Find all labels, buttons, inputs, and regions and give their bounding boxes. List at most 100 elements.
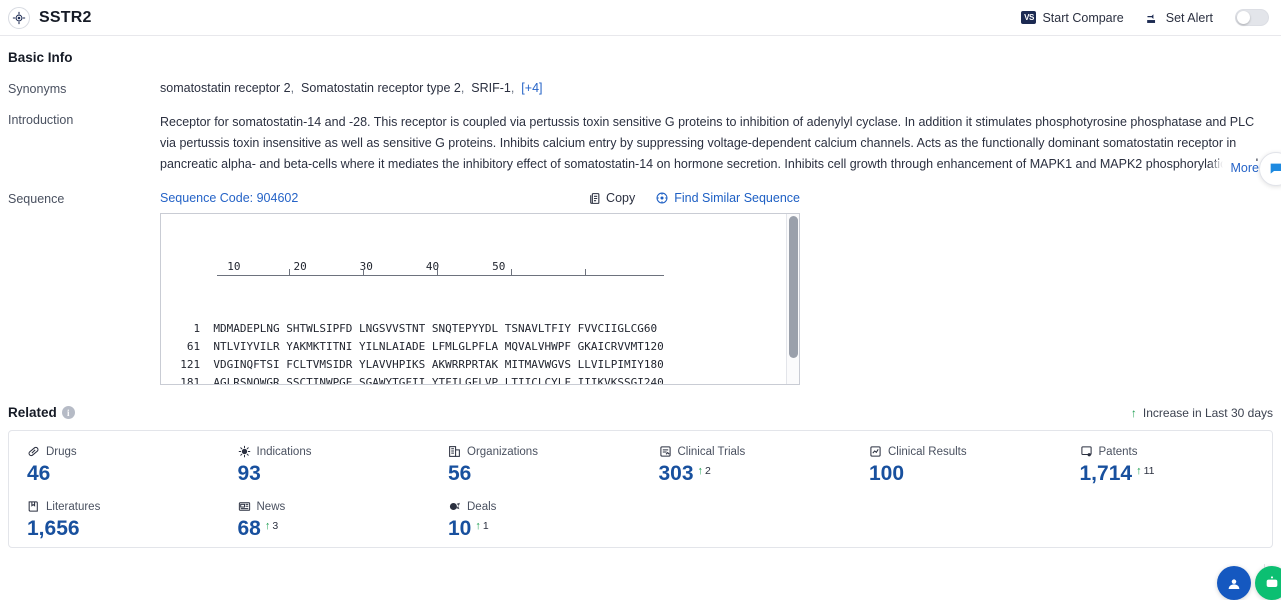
stat-delta-value: 1 [482,520,489,532]
stat-label-row: Clinical Trials [659,445,852,458]
stat-card-literatures[interactable]: Literatures 1,656 [9,500,220,541]
sequence-code-link[interactable]: Sequence Code: 904602 [160,191,298,205]
stat-delta-value: 3 [272,520,279,532]
introduction-label: Introduction [8,113,74,127]
synonyms-more-link[interactable]: [+4] [521,81,542,95]
assistant-float-button[interactable] [1255,566,1281,600]
versus-icon: VS [1021,11,1037,24]
stat-card-news[interactable]: News 68 ↑ 3 [220,500,431,541]
stat-card-indications[interactable]: Indications 93 [220,445,431,486]
basic-info-title: Basic Info [8,50,73,65]
related-title: Related [8,405,57,420]
sequence-ruler-numbers: 10 20 30 40 50 [161,260,506,273]
alert-toggle[interactable] [1235,9,1269,26]
start-compare-button[interactable]: VS Start Compare [1021,10,1124,25]
sequence-line: 1 MDMADEPLNG SHTWLSIPFD LNGSVVSTNT SNQTE… [167,322,658,335]
arrow-up-icon: ↑ [697,464,704,477]
stat-delta-value: 11 [1143,465,1155,477]
stat-value: 56 [448,462,472,485]
sequence-line: 181 AGLRSNQWGR SSCTINWPGE SGAWYTGFII YTF… [167,376,664,385]
find-similar-sequence-button[interactable]: Find Similar Sequence [655,191,800,205]
stat-card-patents[interactable]: Patents 1,714 ↑ 11 [1062,445,1273,486]
synonym-1: Somatostatin receptor type 2 [301,81,461,95]
stat-card-clinical-trials[interactable]: Clinical Trials 303 ↑ 2 [641,445,852,486]
sequence-line: 121 VDGINQFTSI FCLTVMSIDR YLAVVHPIKS AKW… [167,358,664,371]
toggle-knob [1237,11,1250,24]
building-icon [448,445,461,458]
sequence-ruler-line [217,275,664,276]
stat-label-text: Clinical Trials [677,445,746,458]
related-stats-card: Drugs 46 Indications 93 Organizations 56 Clini… [8,430,1273,548]
introduction-body: Receptor for somatostatin-14 and -28. Th… [160,112,1273,175]
start-compare-label: Start Compare [1042,10,1124,25]
sequence-viewer[interactable]: 10 20 30 40 50 1 MDMADEPLNG SHTWLSIPFD L… [160,213,800,385]
chart-doc-icon [869,445,882,458]
sequence-tools: Copy Find Similar Sequence [588,191,800,205]
ruler-tick-50 [585,269,586,275]
page-title: SSTR2 [39,8,92,26]
stat-value-row: 46 [27,462,220,486]
stat-label-text: News [256,500,286,513]
info-icon[interactable]: i [61,406,75,419]
related-legend: ↑ Increase in Last 30 days [1131,406,1273,420]
sequence-line: 61 NTLVIYVILR YAKMKTITNI YILNLAIADE LFML… [167,340,664,353]
related-title-wrap: Related i [8,405,75,420]
ruler-tick-10 [289,269,290,275]
chat-float-button[interactable] [1217,566,1251,600]
stat-value-row: 10 ↑ 1 [448,517,641,541]
synonym-2: SRIF-1 [471,81,511,95]
stat-label-text: Indications [256,445,312,458]
stat-card-drugs[interactable]: Drugs 46 [9,445,220,486]
copy-button[interactable]: Copy [588,191,635,205]
stat-delta: ↑ 3 [265,520,278,532]
synonyms-label: Synonyms [8,82,67,96]
newspaper-icon [238,500,251,513]
stat-value: 303 [658,462,694,485]
stat-label-text: Organizations [467,445,538,458]
stat-value: 46 [27,462,51,485]
stat-card-clinical-results[interactable]: Clinical Results 100 [851,445,1062,486]
book-icon [27,500,40,513]
stat-card-deals[interactable]: Deals 10 ↑ 1 [430,500,641,541]
sequence-label: Sequence [8,192,65,206]
target-icon [8,6,30,29]
stat-value: 10 [448,517,472,540]
stat-delta: ↑ 2 [698,465,711,477]
stat-label-text: Patents [1098,445,1138,458]
top-bar: SSTR2 VS Start Compare Set Alert [0,0,1281,36]
stat-label-row: Drugs [27,445,220,458]
bell-alert-icon [1146,11,1160,25]
arrow-up-icon: ↑ [475,519,481,532]
stat-label-row: Indications [238,445,431,458]
stat-value: 93 [237,462,261,485]
clipboard-icon [659,445,672,458]
introduction-row: Introduction Receptor for somatostatin-1… [8,112,1273,175]
stat-value-row: 100 [869,462,1062,486]
sequence-scrollbar-thumb[interactable] [789,216,798,358]
arrow-up-icon: ↑ [264,519,271,532]
arrow-up-icon: ↑ [1130,405,1137,420]
set-alert-button[interactable]: Set Alert [1146,11,1213,25]
set-alert-label: Set Alert [1165,10,1213,25]
stat-value-row: 303 ↑ 2 [659,462,852,486]
sequence-scrollbar[interactable] [786,214,799,384]
stat-label-row: Literatures [27,500,220,513]
stat-label-text: Drugs [46,445,77,458]
stat-card-organizations[interactable]: Organizations 56 [430,445,641,486]
copy-icon [588,192,601,205]
certificate-icon [1080,445,1093,458]
stat-value: 100 [869,462,905,485]
introduction-text: Receptor for somatostatin-14 and -28. Th… [160,115,1258,171]
stat-value-row: 1,714 ↑ 11 [1080,462,1273,486]
pill-icon [27,445,40,458]
top-bar-actions: VS Start Compare Set Alert [1021,9,1273,26]
related-header: Related i ↑ Increase in Last 30 days [8,405,1273,420]
stat-delta: ↑ 1 [475,520,488,532]
stat-label-text: Deals [467,500,497,513]
sequence-ruler: 10 20 30 40 50 [161,258,799,284]
stat-value: 68 [237,517,261,540]
copy-label: Copy [606,191,636,205]
related-legend-label: Increase in Last 30 days [1142,405,1273,420]
synonyms-row: Synonyms somatostatin receptor 2, Somato… [8,81,1273,96]
stat-value-row: 93 [238,462,431,486]
